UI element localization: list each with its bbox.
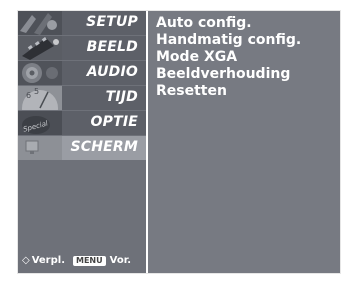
move-hint-label: Verpl. [31, 255, 65, 266]
menu-item-label: SETUP [86, 14, 138, 30]
film-strip-icon [18, 36, 62, 60]
menu-item-audio[interactable]: AUDIO [18, 61, 146, 85]
option-reset[interactable]: Resetten [156, 83, 332, 100]
menu-item-setup[interactable]: SETUP [18, 11, 146, 35]
menu-item-beeld[interactable]: BEELD [18, 36, 146, 60]
screen-icon [18, 136, 62, 160]
special-tag-icon: Special [18, 111, 62, 135]
menu-item-optie[interactable]: Special OPTIE [18, 111, 146, 135]
move-arrows-icon: ◇ [22, 255, 30, 266]
menu-item-tijd[interactable]: 6 5 TIJD [18, 86, 146, 110]
footer-hint: ◇ Verpl. MENU Vor. [22, 255, 131, 266]
menu-key-badge: MENU [73, 255, 106, 266]
category-sidebar: SETUP BEELD AUDIO 6 5 TIJD Special OPTIE… [18, 11, 148, 273]
menu-item-label: SCHERM [70, 139, 138, 155]
clock-icon: 6 5 [18, 86, 62, 110]
satellite-dish-icon [18, 11, 62, 35]
osd-menu: SETUP BEELD AUDIO 6 5 TIJD Special OPTIE… [17, 10, 341, 274]
option-mode-xga[interactable]: Mode XGA [156, 49, 332, 66]
menu-item-label: BEELD [86, 39, 138, 55]
menu-hint-label: Vor. [109, 255, 131, 266]
svg-text:6: 6 [26, 91, 31, 100]
menu-item-label: OPTIE [90, 114, 138, 130]
option-manual-config[interactable]: Handmatig config. [156, 32, 332, 49]
option-auto-config[interactable]: Auto config. [156, 15, 332, 32]
submenu-panel: Auto config. Handmatig config. Mode XGA … [148, 11, 340, 273]
menu-item-label: AUDIO [86, 64, 138, 80]
speaker-icon [18, 61, 62, 85]
menu-item-scherm[interactable]: SCHERM [18, 136, 146, 160]
menu-item-label: TIJD [105, 89, 138, 105]
svg-text:5: 5 [34, 87, 39, 96]
option-aspect-ratio[interactable]: Beeldverhouding [156, 66, 332, 83]
